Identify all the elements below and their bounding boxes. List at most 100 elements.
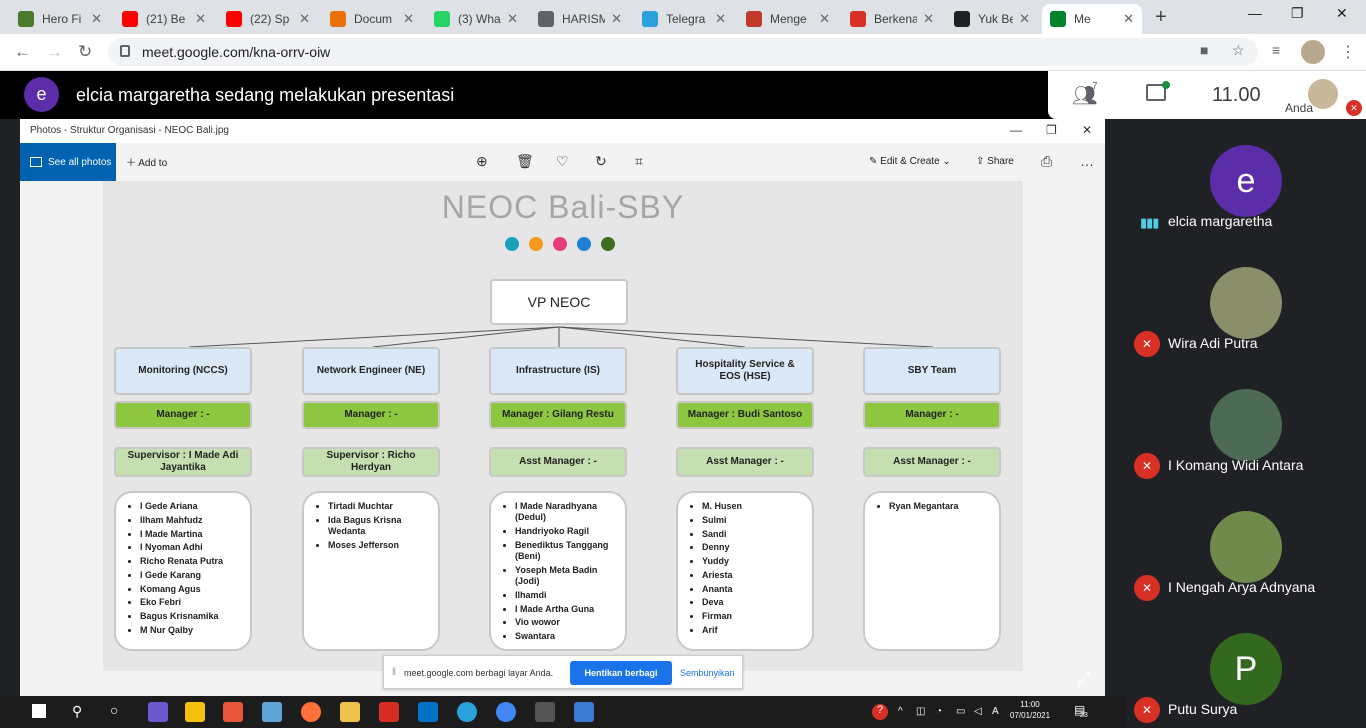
- browser-tab[interactable]: (3) Wha ✕: [426, 4, 526, 34]
- participant-avatar[interactable]: [1210, 267, 1282, 339]
- see-all-photos-button[interactable]: See all photos: [20, 143, 116, 181]
- reload-icon[interactable]: ↻: [78, 42, 92, 62]
- member-item: Sandi: [702, 529, 806, 540]
- close-tab-icon[interactable]: ✕: [299, 11, 310, 27]
- participant-name: Wira Adi Putra: [1168, 335, 1258, 351]
- decorative-dot: [601, 237, 615, 251]
- app-icon-3[interactable]: [223, 702, 243, 722]
- browser-tab[interactable]: Menge ✕: [738, 4, 838, 34]
- fullscreen-expand-icon[interactable]: ⤢: [1078, 670, 1091, 688]
- tray-chevron-icon[interactable]: ^: [898, 706, 903, 717]
- photos-close-button[interactable]: ✕: [1082, 123, 1092, 137]
- camera-icon[interactable]: ■: [1200, 42, 1208, 58]
- member-item: I Nyoman Adhi: [140, 542, 244, 553]
- crop-icon[interactable]: ⌗: [635, 153, 643, 170]
- close-tab-icon[interactable]: ✕: [715, 11, 726, 27]
- bookmark-star-icon[interactable]: ☆: [1232, 42, 1245, 59]
- share-button[interactable]: ⇪ Share: [976, 156, 1014, 167]
- browser-tab[interactable]: Berkena ✕: [842, 4, 942, 34]
- url-text[interactable]: meet.google.com/kna-orrv-oiw: [142, 44, 330, 60]
- media-control-icon[interactable]: ≡: [1272, 42, 1280, 58]
- favorite-icon[interactable]: ♡: [556, 153, 569, 170]
- tray-app-icon[interactable]: ◫: [916, 706, 925, 717]
- photos-minimize-button[interactable]: —: [1010, 123, 1022, 137]
- screen-share-notice: ‖ meet.google.com berbagi layar Anda. He…: [383, 655, 743, 689]
- participant-avatar[interactable]: [1210, 511, 1282, 583]
- browser-tab[interactable]: Me ✕: [1042, 4, 1142, 34]
- browser-menu-icon[interactable]: ⋮: [1340, 42, 1356, 62]
- close-window-button[interactable]: ✕: [1336, 5, 1348, 22]
- browser-tab[interactable]: Docum ✕: [322, 4, 422, 34]
- member-item: I Gede Ariana: [140, 501, 244, 512]
- close-tab-icon[interactable]: ✕: [923, 11, 934, 27]
- close-tab-icon[interactable]: ✕: [91, 11, 102, 27]
- zoom-icon[interactable]: ⊕: [476, 153, 488, 170]
- mic-muted-icon: ✕: [1134, 331, 1160, 357]
- browser-tab[interactable]: HARISM ✕: [530, 4, 630, 34]
- participant-avatar[interactable]: e: [1210, 145, 1282, 217]
- close-tab-icon[interactable]: ✕: [1019, 11, 1030, 27]
- language-icon[interactable]: A: [992, 706, 999, 717]
- participant-avatar[interactable]: [1210, 389, 1282, 461]
- battery-icon[interactable]: ▭: [956, 706, 965, 717]
- department-box: Monitoring (NCCS): [114, 347, 252, 395]
- drag-handle-icon[interactable]: ‖: [392, 667, 396, 678]
- close-tab-icon[interactable]: ✕: [819, 11, 830, 27]
- decorative-dot: [553, 237, 567, 251]
- app-icon-4[interactable]: [262, 702, 282, 722]
- supervisor-box: Supervisor : Richo Herdyan: [302, 447, 440, 477]
- telegram-icon[interactable]: [457, 702, 477, 722]
- game-icon: [18, 11, 34, 27]
- close-tab-icon[interactable]: ✕: [507, 11, 518, 27]
- browser-tab[interactable]: Yuk Bel ✕: [946, 4, 1038, 34]
- member-item: Ilham Mahfudz: [140, 515, 244, 526]
- mic-muted-icon: ✕: [1134, 697, 1160, 723]
- member-item: I Gede Karang: [140, 570, 244, 581]
- address-bar[interactable]: meet.google.com/kna-orrv-oiw: [108, 38, 1258, 66]
- youtube-icon: [226, 11, 242, 27]
- delete-icon[interactable]: 🗑︎: [516, 153, 534, 170]
- app-icon-1[interactable]: [148, 702, 168, 722]
- volume-icon[interactable]: ◁: [974, 706, 982, 717]
- participant-avatar[interactable]: P: [1210, 633, 1282, 705]
- back-icon[interactable]: ←: [14, 42, 31, 62]
- outlook-icon[interactable]: [418, 702, 438, 722]
- search-icon[interactable]: ⚲: [72, 703, 82, 720]
- file-explorer-icon[interactable]: [340, 702, 360, 722]
- new-tab-button[interactable]: +: [1155, 6, 1167, 29]
- wifi-icon[interactable]: ◔: [936, 706, 942, 717]
- taskbar-clock[interactable]: 11:00 07/01/2021: [1010, 699, 1050, 721]
- app-icon-11[interactable]: [535, 702, 555, 722]
- restore-button[interactable]: ❐: [1291, 5, 1304, 22]
- edit-create-button[interactable]: ✎ Edit & Create ⌄: [869, 156, 951, 167]
- hide-notice-link[interactable]: Sembunyikan: [680, 668, 735, 678]
- firefox-icon[interactable]: [301, 702, 321, 722]
- browser-tab[interactable]: (21) Be ✕: [114, 4, 214, 34]
- more-options-icon[interactable]: …: [1080, 153, 1094, 169]
- minimize-button[interactable]: —: [1248, 5, 1262, 21]
- pdf-reader-icon[interactable]: [379, 702, 399, 722]
- taskbar-time: 11:00: [1020, 700, 1040, 709]
- close-tab-icon[interactable]: ✕: [611, 11, 622, 27]
- windows-start-icon[interactable]: [32, 704, 46, 718]
- browser-tab[interactable]: Hero Fi ✕: [10, 4, 110, 34]
- stop-sharing-button[interactable]: Hentikan berbagi: [570, 661, 672, 685]
- rotate-icon[interactable]: ↻: [595, 153, 607, 170]
- close-tab-icon[interactable]: ✕: [1123, 11, 1134, 27]
- print-icon[interactable]: ⎙: [1041, 153, 1052, 170]
- chrome-icon[interactable]: [496, 702, 516, 722]
- close-tab-icon[interactable]: ✕: [195, 11, 206, 27]
- help-icon[interactable]: ?: [872, 704, 888, 720]
- sticky-notes-icon[interactable]: [185, 702, 205, 722]
- close-tab-icon[interactable]: ✕: [403, 11, 414, 27]
- browser-tab[interactable]: Telegra ✕: [634, 4, 734, 34]
- add-to-button[interactable]: ＋ Add to: [126, 154, 167, 169]
- browser-tab[interactable]: (22) Sp ✕: [218, 4, 318, 34]
- task-view-icon[interactable]: ○: [110, 702, 118, 718]
- profile-avatar[interactable]: [1301, 40, 1325, 64]
- lock-icon[interactable]: [120, 45, 130, 57]
- photos-app-icon[interactable]: [574, 702, 594, 722]
- shared-screen: Photos - Struktur Organisasi - NEOC Bali…: [0, 119, 1126, 696]
- forward-icon[interactable]: →: [46, 42, 63, 62]
- photos-restore-button[interactable]: ❐: [1046, 123, 1057, 137]
